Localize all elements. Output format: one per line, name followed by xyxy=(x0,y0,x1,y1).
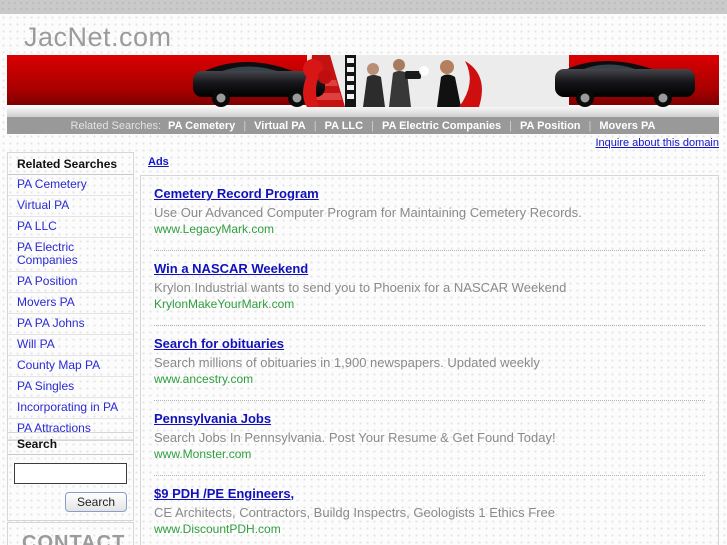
sidebar-related-title: Related Searches xyxy=(8,153,133,175)
related-searches-bar-label: Related Searches: xyxy=(70,119,162,132)
ad-listing: Cemetery Record Program Use Our Advanced… xyxy=(141,176,718,251)
ad-display-url: www.DiscountPDH.com xyxy=(154,522,281,536)
ad-display-url: www.ancestry.com xyxy=(154,372,254,386)
sidebar-list-item: Movers PA xyxy=(8,293,133,314)
related-search-bar-item: PA Cemetery xyxy=(168,120,235,132)
ad-listing: Pennsylvania Jobs Search Jobs In Pennsyl… xyxy=(141,401,718,476)
ad-listing: Win a NASCAR Weekend Krylon Industrial w… xyxy=(141,251,718,326)
page-title: JacNet.com xyxy=(24,22,172,52)
sidebar-related-link[interactable]: PA LLC xyxy=(8,217,133,237)
sidebar-related-link[interactable]: PA Singles xyxy=(8,377,133,397)
sidebar-related-link[interactable]: Virtual PA xyxy=(8,196,133,216)
ads-panel: Cemetery Record Program Use Our Advanced… xyxy=(140,175,719,545)
ad-description: Use Our Advanced Computer Program for Ma… xyxy=(154,205,582,220)
search-button[interactable]: Search xyxy=(64,492,127,512)
ad-display-url: www.Monster.com xyxy=(154,447,252,461)
ad-title-link[interactable]: Win a NASCAR Weekend xyxy=(154,261,308,276)
related-search-bar-item: PA Electric Companies xyxy=(363,120,501,132)
related-search-link[interactable]: Movers PA xyxy=(599,120,655,132)
sidebar-related-link[interactable]: Will PA xyxy=(8,335,133,355)
search-panel-title: Search xyxy=(8,433,133,455)
sidebar-list-item: PA PA Johns xyxy=(8,314,133,335)
sidebar-list-item: PA Electric Companies xyxy=(8,238,133,272)
sidebar-related-link[interactable]: PA Position xyxy=(8,272,133,292)
related-search-bar-item: PA LLC xyxy=(306,120,364,132)
sidebar-related-searches: Related Searches PA Cemetery Virtual PA … xyxy=(7,152,134,441)
sidebar-related-link[interactable]: PA PA Johns xyxy=(8,314,133,334)
promo-banner xyxy=(7,55,719,117)
sidebar-related-link[interactable]: PA Cemetery xyxy=(8,175,133,195)
related-search-link[interactable]: PA Position xyxy=(520,120,581,132)
related-search-link[interactable]: PA Cemetery xyxy=(168,120,235,132)
contact-title: CONTACT xyxy=(22,532,126,545)
sidebar-search-panel: Search Search xyxy=(7,432,134,521)
sidebar-list-item: PA Singles xyxy=(8,377,133,398)
sidebar-related-list: PA Cemetery Virtual PA PA LLC PA Electri… xyxy=(8,175,133,440)
limo-red-carpet-banner-image xyxy=(7,55,719,117)
parked-domain-page: JacNet.com Related Searches: PA Cemetery… xyxy=(0,0,727,545)
sidebar-related-link[interactable]: County Map PA xyxy=(8,356,133,376)
sidebar-list-item: PA Position xyxy=(8,272,133,293)
related-search-link[interactable]: PA LLC xyxy=(325,120,364,132)
search-input[interactable] xyxy=(14,463,127,484)
sidebar-list-item: PA Cemetery xyxy=(8,175,133,196)
ad-display-url: www.LegacyMark.com xyxy=(154,222,275,236)
ad-description: Search Jobs In Pennsylvania. Post Your R… xyxy=(154,430,556,445)
related-searches-bar: Related Searches: PA Cemetery Virtual PA… xyxy=(7,117,719,134)
ad-display-url: KrylonMakeYourMark.com xyxy=(154,297,295,311)
sidebar-list-item: Will PA xyxy=(8,335,133,356)
sidebar-related-link[interactable]: Incorporating in PA xyxy=(8,398,133,418)
ad-description: Krylon Industrial wants to send you to P… xyxy=(154,280,567,295)
related-search-link[interactable]: Virtual PA xyxy=(254,120,306,132)
related-search-bar-item: Movers PA xyxy=(581,120,655,132)
sidebar-list-item: Virtual PA xyxy=(8,196,133,217)
sidebar-list-item: County Map PA xyxy=(8,356,133,377)
ad-listing: Search for obituaries Search millions of… xyxy=(141,326,718,401)
sidebar-related-link[interactable]: PA Electric Companies xyxy=(8,238,133,271)
related-search-bar-item: PA Position xyxy=(501,120,581,132)
sidebar-contact-panel: CONTACT xyxy=(7,522,134,545)
ad-title-link[interactable]: Search for obituaries xyxy=(154,336,284,351)
sidebar-related-link[interactable]: Movers PA xyxy=(8,293,133,313)
sidebar-list-item: Incorporating in PA xyxy=(8,398,133,419)
ad-title-link[interactable]: Cemetery Record Program xyxy=(154,186,319,201)
ads-header: Ads xyxy=(140,152,719,175)
related-search-link[interactable]: PA Electric Companies xyxy=(382,120,501,132)
ad-title-link[interactable]: Pennsylvania Jobs xyxy=(154,411,271,426)
ad-description: CE Architects, Contractors, Buildg Inspe… xyxy=(154,505,555,520)
inquire-domain-link[interactable]: Inquire about this domain xyxy=(595,137,719,149)
top-texture-band xyxy=(0,0,727,14)
ad-description: Search millions of obituaries in 1,900 n… xyxy=(154,355,540,370)
ad-title-link[interactable]: $9 PDH /PE Engineers, xyxy=(154,486,294,501)
related-search-bar-item: Virtual PA xyxy=(235,120,306,132)
ad-listing: $9 PDH /PE Engineers, CE Architects, Con… xyxy=(141,476,718,545)
related-searches-bar-links: PA Cemetery Virtual PA PA LLC PA Electri… xyxy=(168,120,655,132)
sidebar-list-item: PA LLC xyxy=(8,217,133,238)
ads-label-link[interactable]: Ads xyxy=(148,156,169,168)
